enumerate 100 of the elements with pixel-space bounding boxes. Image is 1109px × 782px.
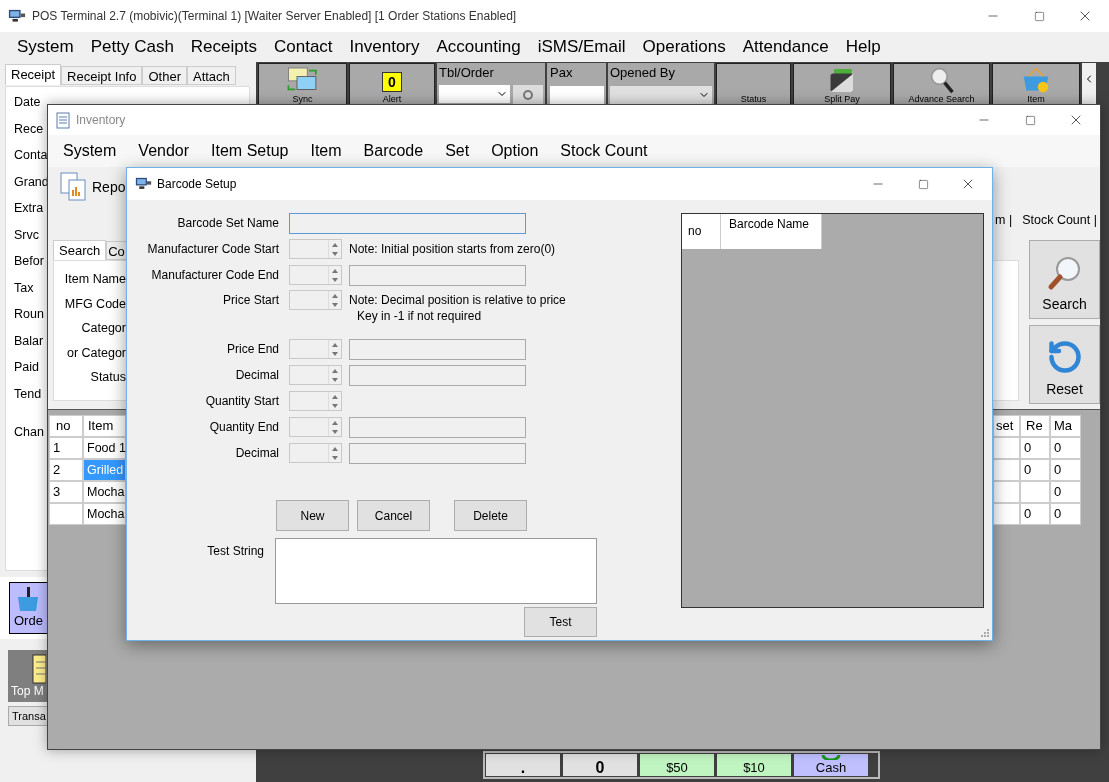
spinner-field[interactable] [289, 290, 342, 310]
menu-item[interactable]: Vendor [138, 139, 190, 163]
menu-item[interactable]: iSMS/Email [537, 34, 626, 60]
basket-icon [16, 587, 40, 613]
menu-item[interactable]: Set [445, 139, 470, 163]
dialog-button[interactable]: New [276, 500, 349, 531]
menu-item[interactable]: Option [491, 139, 539, 163]
text-field[interactable] [349, 264, 526, 286]
terminal-icon [8, 8, 26, 24]
scroll-left-button[interactable] [1082, 63, 1096, 104]
keypad-button[interactable]: 0 [563, 754, 637, 776]
tab[interactable]: Receipt Info [61, 66, 143, 85]
menu-item[interactable]: Petty Cash [90, 34, 174, 60]
text-field[interactable] [349, 442, 526, 464]
menu-item[interactable]: Inventory [349, 34, 420, 60]
menu-item[interactable]: Stock Count [560, 139, 648, 163]
maximize-icon [1024, 114, 1036, 126]
menu-item[interactable]: Operations [642, 34, 726, 60]
tab[interactable]: Other [142, 66, 187, 85]
text-field[interactable] [349, 364, 526, 386]
field-label: Decimal [234, 367, 279, 384]
test-button[interactable]: Test [524, 607, 597, 637]
toolbar-button[interactable]: Status [716, 63, 791, 104]
field-label: Quantity End [208, 419, 279, 436]
menu-item[interactable]: Item [310, 139, 342, 163]
table-cell: 0 [1020, 459, 1050, 481]
column-header: Barcode Name [721, 214, 822, 249]
tab[interactable]: Co [106, 241, 127, 260]
table-cell [49, 503, 83, 525]
pax-field[interactable] [550, 86, 604, 104]
toolbar-link[interactable]: m | [995, 210, 1013, 230]
table-cell: 0 [1050, 503, 1081, 525]
window-title: POS Terminal 2.7 (mobivic)(Terminal 1) [Waiter Server Enabled] [1 Order Stations Enabled] [32, 8, 517, 25]
spinner-field[interactable] [289, 391, 342, 411]
spinner-field[interactable] [289, 417, 342, 437]
order-button[interactable]: Orde [9, 582, 47, 634]
text-field[interactable] [349, 338, 526, 360]
table-cell: 2 [49, 459, 83, 481]
spinner-field[interactable] [289, 365, 342, 385]
spinner-field[interactable] [289, 239, 342, 259]
tab[interactable]: Receipt [5, 64, 62, 85]
top-menu-button[interactable]: Top M [8, 650, 47, 702]
computer-icon [135, 177, 152, 191]
down-arrow-icon [332, 403, 338, 408]
menu-item[interactable]: Attendance [742, 34, 829, 60]
menu-item[interactable]: Accounting [436, 34, 521, 60]
field-label: Item Name [64, 271, 126, 288]
field-label: Roun [14, 306, 44, 323]
menu-item[interactable]: Barcode [363, 139, 424, 163]
field-label: MFG Code [64, 295, 126, 313]
reports-button[interactable]: Repo [60, 172, 126, 202]
toolbar-button[interactable]: Split Pay [793, 63, 891, 104]
transaction-button[interactable]: Transa [8, 706, 47, 726]
alert-badge: 0 [382, 72, 402, 92]
toolbar-button[interactable]: Advance Search [893, 63, 990, 104]
menu-item[interactable]: Help [845, 34, 881, 60]
tab[interactable]: Search [53, 240, 107, 261]
spinner-field[interactable] [289, 443, 342, 463]
keypad-button[interactable]: Cash [794, 754, 868, 776]
keypad-button[interactable]: . [486, 754, 560, 776]
reset-button[interactable]: Reset [1029, 325, 1100, 404]
toolbar-button[interactable]: Sync [258, 63, 347, 104]
table-cell[interactable]: Food 1 [83, 437, 126, 459]
menu-item[interactable]: System [63, 139, 117, 163]
tab[interactable]: Attach [186, 66, 236, 85]
field-label: Extra [14, 200, 44, 217]
table-cell[interactable]: Mocha [83, 503, 126, 525]
up-arrow-icon [332, 394, 338, 399]
field-label: Test String [206, 543, 264, 560]
field-label: Tax [14, 279, 34, 297]
text-field[interactable] [349, 416, 526, 438]
menu-item[interactable]: System [17, 34, 74, 60]
dialog-button[interactable]: Delete [454, 500, 527, 531]
barcode-set-name-field[interactable] [289, 212, 526, 234]
column-header: Re [1020, 415, 1050, 437]
field-label: Manufacturer Code End [150, 267, 279, 284]
test-string-field[interactable] [275, 538, 597, 604]
field-label: Manufacturer Code Start [146, 241, 279, 258]
search-button[interactable]: Search [1029, 240, 1100, 319]
column-header: no [49, 415, 83, 437]
dialog-button[interactable]: Cancel [357, 500, 430, 531]
menu-item[interactable]: Contact [274, 34, 333, 60]
table-cell: 1 [49, 437, 83, 459]
toolbar-button[interactable]: 0 Alert [349, 63, 435, 104]
table-cell: 0 [1050, 437, 1081, 459]
up-arrow-icon [332, 420, 338, 425]
spinner-field[interactable] [289, 339, 342, 359]
keypad-button[interactable]: $50 [640, 754, 714, 776]
toolbar-link[interactable]: Stock Count | [1022, 210, 1097, 230]
table-cell[interactable]: Mocha [83, 481, 126, 503]
search-button[interactable] [512, 85, 543, 104]
column-header: Ma [1050, 415, 1081, 437]
keypad-button[interactable]: $10 [717, 754, 791, 776]
opened-by-dropdown[interactable] [610, 86, 712, 104]
menu-item[interactable]: Item Setup [211, 139, 289, 163]
toolbar-button[interactable]: Item [992, 63, 1080, 104]
up-arrow-icon [332, 446, 338, 451]
menu-item[interactable]: Receipts [190, 34, 257, 60]
spinner-field[interactable] [289, 265, 342, 285]
table-cell [993, 437, 1020, 459]
